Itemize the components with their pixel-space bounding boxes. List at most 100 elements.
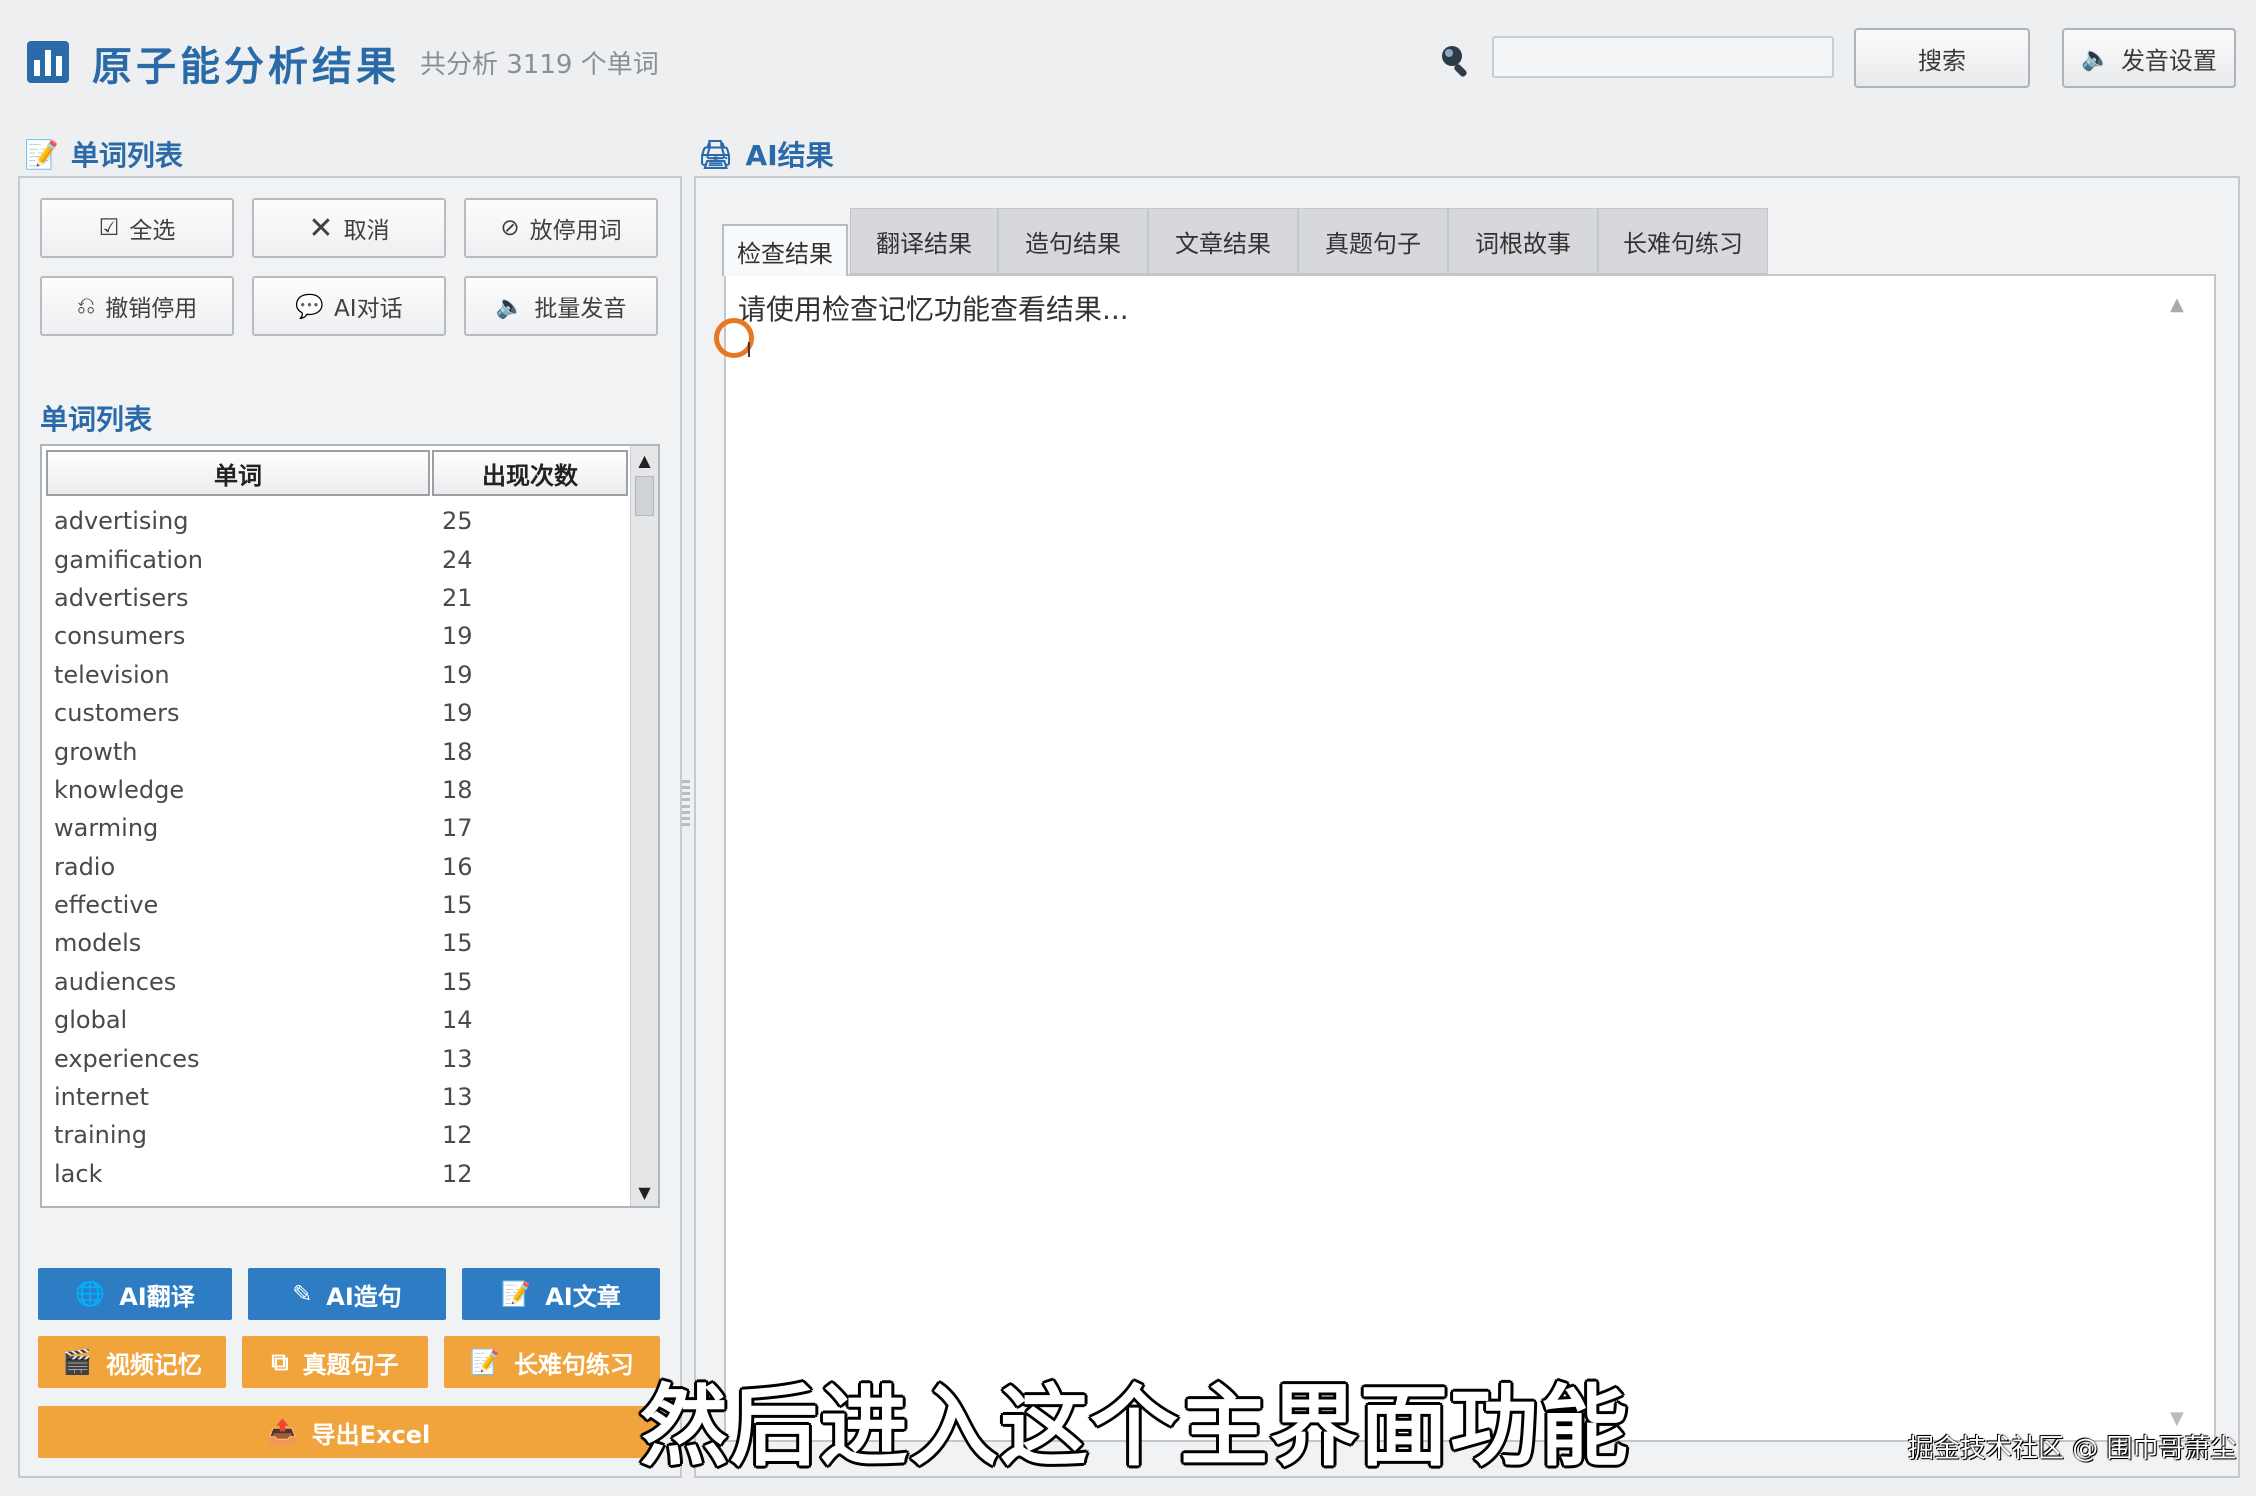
count-cell: 17	[442, 814, 473, 843]
scroll-down-arrow-icon[interactable]: ▼	[2170, 1408, 2184, 1429]
table-row[interactable]: lack 12	[52, 1155, 612, 1193]
table-row[interactable]: audiences 15	[52, 963, 612, 1001]
column-header-word[interactable]: 单词	[46, 450, 430, 496]
table-row[interactable]: radio 16	[52, 848, 612, 886]
undo-disable-button[interactable]: ⎌ 撤销停用	[40, 276, 234, 336]
ai-sentence-label: AI造句	[326, 1282, 402, 1311]
result-textarea[interactable]	[724, 274, 2216, 1442]
word-cell: growth	[54, 737, 138, 766]
undo-icon: ⎌	[76, 293, 96, 319]
count-cell: 18	[442, 737, 473, 766]
export-icon: 📤	[267, 1418, 298, 1446]
scroll-up-arrow-icon[interactable]: ▲	[2170, 294, 2184, 315]
document-edit-icon: 📝	[470, 1348, 500, 1376]
word-cell: audiences	[54, 967, 177, 996]
count-cell: 13	[442, 1083, 473, 1112]
count-cell: 16	[442, 852, 473, 881]
word-cell: knowledge	[54, 775, 185, 804]
table-row[interactable]: advertisers 21	[52, 579, 612, 617]
word-cell: experiences	[54, 1044, 200, 1073]
watermark: 掘金技术社区 @ 围巾哥萧尘	[1908, 1434, 2237, 1464]
cancel-button[interactable]: ✕ 取消	[252, 198, 446, 258]
tab-article-result[interactable]: 文章结果	[1148, 208, 1298, 274]
exam-sentence-button[interactable]: ⧉ 真题句子	[242, 1336, 428, 1388]
cancel-label: 取消	[343, 218, 390, 244]
word-list-scrollbar[interactable]: ▲ ▼	[630, 446, 658, 1206]
scrollbar-thumb[interactable]	[635, 476, 654, 516]
close-icon: ✕	[308, 210, 334, 246]
video-memory-label: 视频记忆	[105, 1350, 202, 1379]
count-cell: 24	[442, 545, 473, 574]
tab-exam-sentences[interactable]: 真题句子	[1298, 208, 1448, 274]
table-row[interactable]: training 12	[52, 1116, 612, 1154]
ai-article-button[interactable]: 📝 AI文章	[462, 1268, 660, 1320]
table-row[interactable]: effective 15	[52, 886, 612, 924]
search-button-label: 搜索	[1918, 46, 1966, 75]
ai-translate-button[interactable]: 🌐 AI翻译	[38, 1268, 232, 1320]
tab-root-story[interactable]: 词根故事	[1448, 208, 1598, 274]
text-cursor-icon: I	[746, 338, 752, 362]
printer-icon: 🖨	[698, 137, 734, 171]
video-icon: 🎬	[62, 1348, 92, 1376]
table-row[interactable]: television 19	[52, 656, 612, 694]
video-memory-button[interactable]: 🎬 视频记忆	[38, 1336, 226, 1388]
count-cell: 13	[442, 1044, 473, 1073]
table-row[interactable]: internet 13	[52, 1078, 612, 1116]
checkbox-icon: ☑	[98, 215, 120, 241]
long-sentence-label: 长难句练习	[513, 1350, 634, 1379]
word-cell: advertisers	[54, 583, 189, 612]
search-button[interactable]: 搜索	[1854, 28, 2030, 88]
disable-word-label: 放停用词	[529, 218, 622, 244]
table-row[interactable]: knowledge 18	[52, 771, 612, 809]
table-row[interactable]: advertising 25	[52, 502, 612, 540]
ai-sentence-button[interactable]: ✎ AI造句	[248, 1268, 446, 1320]
scroll-up-arrow-icon[interactable]: ▲	[631, 446, 658, 474]
search-icon	[1442, 46, 1467, 77]
pronunciation-settings-button[interactable]: 🔈 发音设置	[2062, 28, 2236, 88]
ai-result-section-label: AI结果	[745, 139, 834, 172]
word-rows: advertising 25 gamification 24 advertisers…	[52, 502, 612, 1193]
exam-sentence-label: 真题句子	[302, 1350, 399, 1379]
globe-icon: 🌐	[75, 1280, 106, 1308]
export-excel-button[interactable]: 📤 导出Excel	[38, 1406, 660, 1458]
batch-pronounce-button[interactable]: 🔈 批量发音	[464, 276, 658, 336]
table-row[interactable]: experiences 13	[52, 1039, 612, 1077]
word-cell: consumers	[54, 622, 186, 651]
disable-word-button[interactable]: ⊘ 放停用词	[464, 198, 658, 258]
word-list-caption: 单词列表	[40, 403, 153, 436]
scroll-down-arrow-icon[interactable]: ▼	[631, 1178, 658, 1206]
chat-bubble-icon: 💬	[295, 293, 325, 320]
column-header-count[interactable]: 出现次数	[432, 450, 628, 496]
ai-chat-button[interactable]: 💬 AI对话	[252, 276, 446, 336]
count-cell: 15	[442, 891, 473, 920]
undo-disable-label: 撤销停用	[105, 296, 198, 322]
ai-article-label: AI文章	[545, 1282, 621, 1311]
tab-check-result[interactable]: 检查结果	[722, 224, 848, 276]
table-row[interactable]: growth 18	[52, 732, 612, 770]
word-list-section-title: 📝 单词列表	[24, 134, 183, 174]
tab-sentence-result[interactable]: 造句结果	[998, 208, 1148, 274]
app-title: 原子能分析结果	[92, 44, 400, 90]
ai-chat-label: AI对话	[334, 296, 403, 322]
select-all-label: 全选	[129, 218, 176, 244]
word-cell: training	[54, 1121, 147, 1150]
tab-translation-result[interactable]: 翻译结果	[850, 208, 998, 274]
table-row[interactable]: consumers 19	[52, 617, 612, 655]
tab-long-sentence-practice[interactable]: 长难句练习	[1598, 208, 1768, 274]
word-cell: warming	[54, 814, 159, 843]
word-list-section-label: 单词列表	[70, 139, 183, 172]
quill-icon: ✎	[292, 1280, 313, 1308]
table-row[interactable]: models 15	[52, 924, 612, 962]
table-row[interactable]: gamification 24	[52, 540, 612, 578]
word-table[interactable]: 单词 出现次数 advertising 25 gamification 24 adv…	[40, 444, 660, 1208]
analysis-summary: 共分析 3119 个单词	[420, 50, 659, 80]
table-row[interactable]: global 14	[52, 1001, 612, 1039]
search-input[interactable]	[1492, 36, 1834, 78]
panel-splitter[interactable]	[682, 780, 692, 826]
long-sentence-button[interactable]: 📝 长难句练习	[444, 1336, 660, 1388]
table-row[interactable]: customers 19	[52, 694, 612, 732]
ai-translate-label: AI翻译	[119, 1282, 195, 1311]
table-row[interactable]: warming 17	[52, 809, 612, 847]
count-cell: 21	[442, 583, 473, 612]
select-all-button[interactable]: ☑ 全选	[40, 198, 234, 258]
